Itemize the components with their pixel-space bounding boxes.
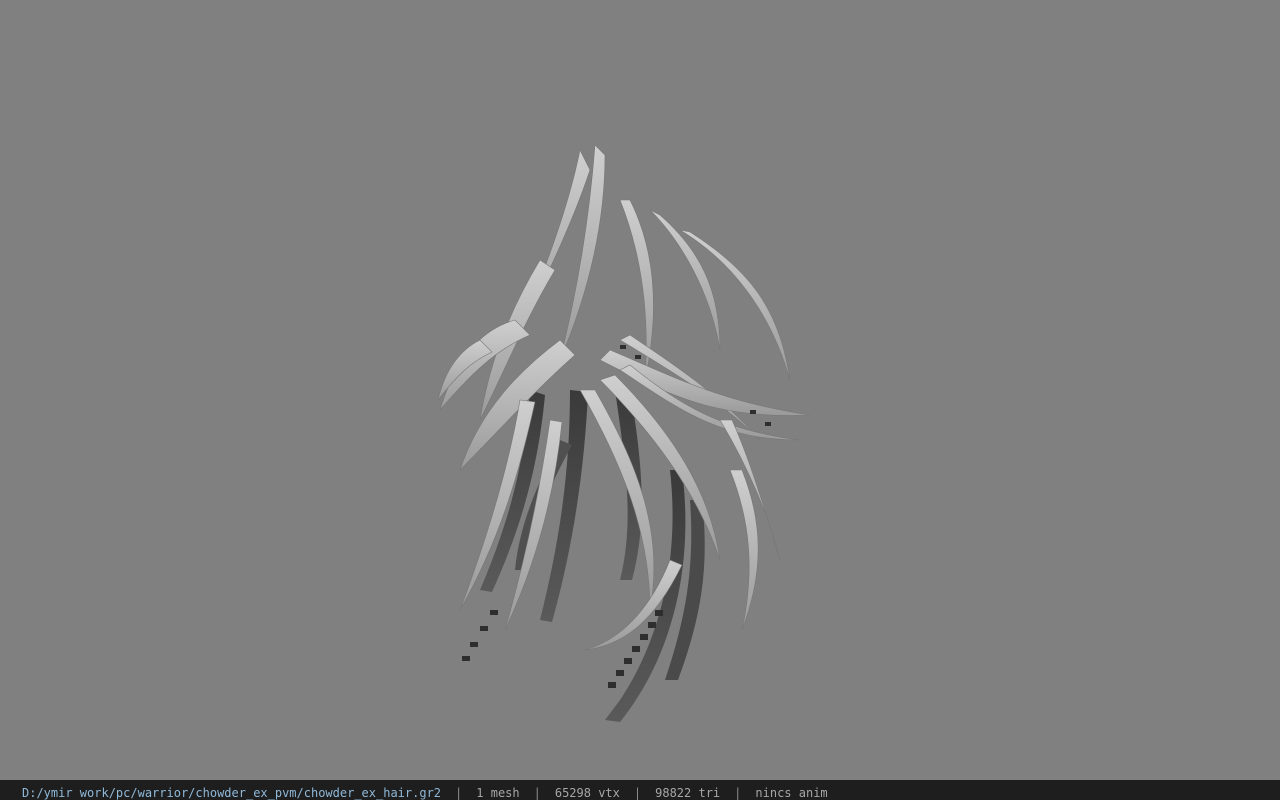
mesh-count: 1 mesh [476, 786, 520, 800]
triangle-count: 98822 tri [655, 786, 721, 800]
separator: | [455, 786, 463, 800]
status-bar: D:/ymir work/pc/warrior/chowder_ex_pvm/c… [0, 780, 1280, 800]
vertex-count: 65298 vtx [554, 786, 620, 800]
separator: | [734, 786, 742, 800]
separator: | [633, 786, 642, 800]
3d-viewport[interactable] [0, 0, 1280, 780]
file-path: D:/ymir work/pc/warrior/chowder_ex_pvm/c… [22, 786, 442, 800]
anim-status: nincs anim [755, 786, 828, 800]
separator: | [533, 786, 541, 800]
hair-model-render [437, 144, 811, 722]
